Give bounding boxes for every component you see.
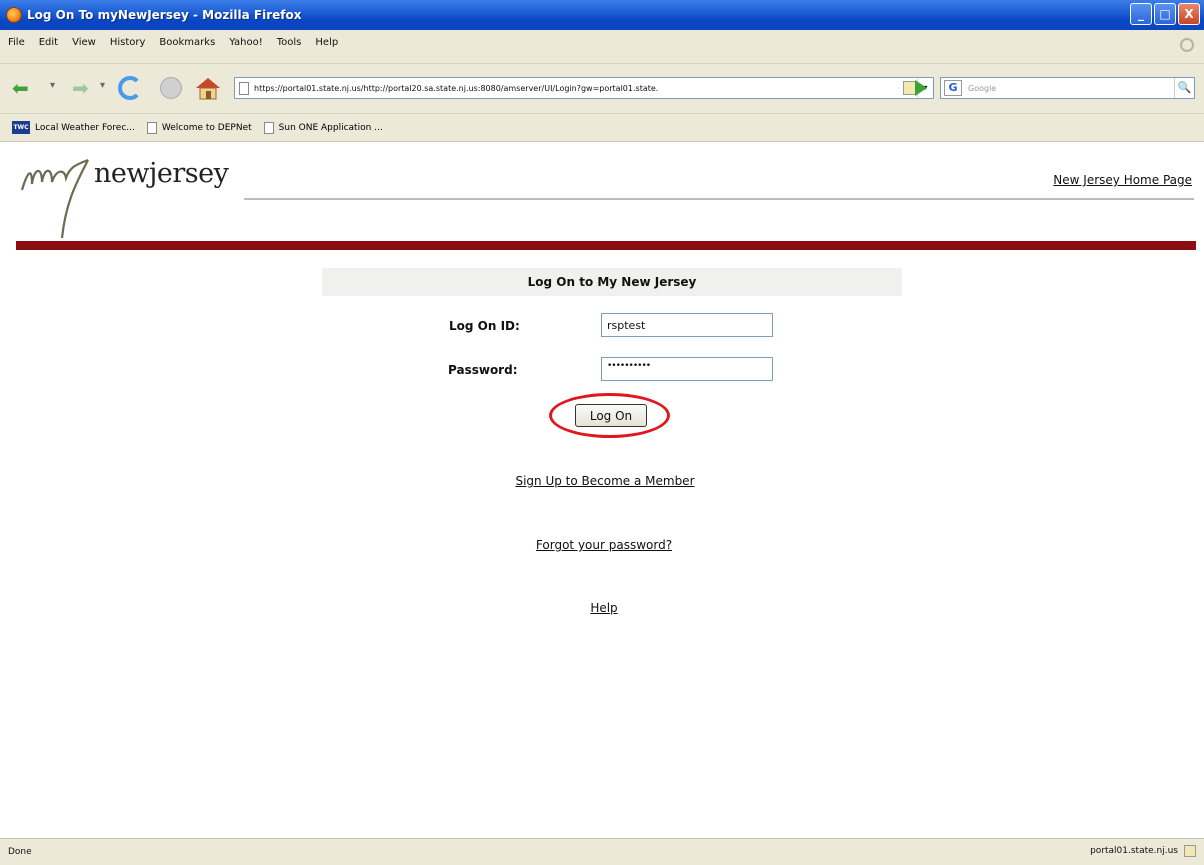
page-icon [263, 121, 274, 134]
signup-link[interactable]: Sign Up to Become a Member [0, 474, 1204, 488]
brand-rule [16, 241, 1196, 250]
nj-home-page-link[interactable]: New Jersey Home Page [1053, 173, 1192, 187]
menu-yahoo[interactable]: Yahoo! [229, 37, 262, 48]
logon-button[interactable]: Log On [575, 404, 647, 427]
logon-id-input[interactable]: rsptest [601, 313, 773, 337]
home-icon[interactable] [195, 76, 221, 105]
menu-history[interactable]: History [110, 37, 146, 48]
menu-bookmarks[interactable]: Bookmarks [159, 37, 215, 48]
twc-icon: TWC [12, 121, 30, 134]
stop-icon[interactable] [160, 77, 182, 99]
password-mask: •••••••••• [607, 361, 651, 371]
go-arrow-icon[interactable] [915, 80, 927, 96]
menu-tools[interactable]: Tools [277, 37, 302, 48]
bookmark-depnet[interactable]: Welcome to DEPNet [146, 121, 252, 134]
menu-edit[interactable]: Edit [39, 37, 58, 48]
menu-file[interactable]: File [8, 37, 25, 48]
back-dropdown-icon[interactable]: ▾ [50, 80, 55, 91]
window-titlebar[interactable]: Log On To myNewJersey - Mozilla Firefox … [0, 0, 1204, 30]
throbber-icon [1180, 38, 1194, 52]
status-bar: Done portal01.state.nj.us [0, 838, 1204, 865]
page-icon [146, 121, 157, 134]
password-input[interactable]: •••••••••• [601, 357, 773, 381]
page-icon [239, 81, 249, 95]
url-text[interactable]: https://portal01.state.nj.us/http://port… [254, 84, 899, 93]
minimize-button[interactable]: _ [1130, 3, 1152, 25]
status-text: Done [8, 847, 32, 857]
window-title: Log On To myNewJersey - Mozilla Firefox [27, 8, 302, 22]
forgot-password-link[interactable]: Forgot your password? [0, 538, 1204, 552]
back-arrow-icon[interactable]: ⬅ [12, 76, 29, 100]
bookmark-label: Welcome to DEPNet [161, 122, 252, 133]
bookmark-sun-one[interactable]: Sun ONE Application ... [263, 121, 383, 134]
forward-dropdown-icon[interactable]: ▾ [100, 80, 105, 91]
mynewjersey-logo: newjersey [18, 150, 238, 240]
search-magnifier-icon[interactable]: 🔍 [1174, 78, 1194, 98]
padlock-icon[interactable] [1184, 845, 1196, 857]
close-button[interactable]: X [1178, 3, 1200, 25]
bookmark-label: Sun ONE Application ... [278, 122, 383, 133]
navigation-toolbar: ⬅ ▾ ➡ ▾ https://portal01.state.nj.us/htt… [0, 64, 1204, 114]
status-right: portal01.state.nj.us [1090, 845, 1196, 857]
search-box[interactable]: G Google 🔍 [940, 77, 1195, 99]
forward-arrow-icon[interactable]: ➡ [72, 76, 89, 100]
menu-view[interactable]: View [72, 37, 96, 48]
search-input[interactable]: Google [965, 84, 1174, 93]
status-domain: portal01.state.nj.us [1090, 846, 1178, 856]
window-controls: _ □ X [1130, 3, 1200, 25]
logon-id-label: Log On ID: [449, 319, 520, 333]
bookmark-local-weather[interactable]: TWC Local Weather Forec... [12, 121, 135, 134]
help-link[interactable]: Help [0, 601, 1204, 615]
bookmark-label: Local Weather Forec... [35, 122, 135, 133]
header-divider [244, 198, 1194, 200]
password-label: Password: [448, 363, 518, 377]
form-title: Log On to My New Jersey [322, 268, 902, 296]
address-bar[interactable]: https://portal01.state.nj.us/http://port… [234, 77, 934, 99]
maximize-button[interactable]: □ [1154, 3, 1176, 25]
firefox-icon [6, 7, 22, 23]
bookmarks-toolbar: TWC Local Weather Forec... Welcome to DE… [0, 114, 1204, 142]
reload-icon[interactable] [118, 76, 142, 100]
logo-wordmark: newjersey [94, 158, 229, 189]
google-icon[interactable]: G [944, 80, 962, 96]
menu-help[interactable]: Help [315, 37, 338, 48]
menu-bar: File Edit View History Bookmarks Yahoo! … [0, 30, 1204, 64]
